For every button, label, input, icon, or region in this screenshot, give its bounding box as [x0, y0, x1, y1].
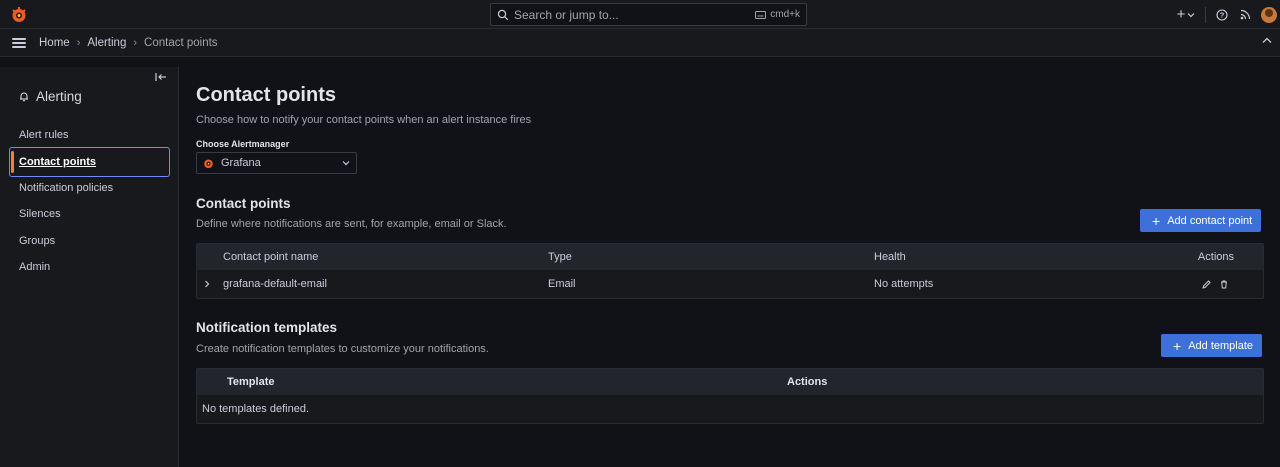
plus-icon: + — [1152, 212, 1161, 229]
sidebar-item-groups[interactable]: Groups — [19, 235, 55, 247]
column-header-actions: Actions — [1197, 251, 1234, 263]
search-placeholder: Search or jump to... — [514, 7, 619, 22]
plus-icon: + — [1173, 337, 1182, 354]
contact-points-subtitle: Define where notifications are sent, for… — [196, 218, 507, 230]
avatar — [1261, 6, 1277, 23]
contact-points-title: Contact points — [196, 196, 291, 211]
chevron-down-icon — [342, 161, 350, 166]
delete-icon[interactable] — [1220, 270, 1228, 298]
table-header: Contact point name Type Health Actions — [197, 244, 1263, 270]
chevron-up-icon[interactable] — [1262, 37, 1272, 44]
templates-subtitle: Create notification templates to customi… — [196, 343, 489, 355]
templates-table: Template Actions No templates defined. — [196, 368, 1264, 424]
sidebar-item-notification-policies[interactable]: Notification policies — [19, 182, 113, 194]
profile-button[interactable] — [1258, 0, 1280, 29]
new-menu-button[interactable]: + — [1173, 0, 1199, 29]
collapse-sidebar-icon[interactable] — [155, 72, 167, 82]
bell-icon — [20, 92, 28, 102]
sidebar-item-alert-rules[interactable]: Alert rules — [19, 129, 69, 141]
breadcrumb-home[interactable]: Home — [39, 37, 70, 49]
keyboard-icon — [755, 10, 767, 19]
help-icon: ? — [1216, 8, 1228, 21]
table-row: No templates defined. — [197, 395, 1263, 423]
sidebar-item-contact-points[interactable]: Contact points — [9, 147, 170, 177]
table-header: Template Actions — [197, 369, 1263, 395]
empty-state-text: No templates defined. — [202, 403, 310, 415]
add-contact-point-button[interactable]: + Add contact point — [1140, 209, 1262, 232]
page-subtitle: Choose how to notify your contact points… — [196, 114, 532, 126]
search-shortcut: cmd+k — [755, 9, 800, 20]
breadcrumb-current: Contact points — [144, 36, 218, 49]
page-title: Contact points — [196, 84, 336, 106]
column-header-actions: Actions — [787, 376, 828, 388]
column-header-health: Health — [874, 251, 906, 263]
help-button[interactable]: ? — [1212, 0, 1232, 29]
svg-text:?: ? — [1220, 10, 1225, 19]
add-template-label: Add template — [1188, 339, 1254, 352]
edit-icon[interactable] — [1202, 270, 1211, 298]
column-header-name: Contact point name — [223, 251, 319, 263]
sidebar-item-label: Contact points — [19, 156, 96, 168]
templates-title: Notification templates — [196, 320, 338, 335]
grafana-logo-icon[interactable] — [10, 6, 28, 24]
top-bar: Search or jump to... cmd+k + ? — [0, 0, 1280, 29]
rss-icon — [1240, 9, 1250, 20]
alertmanager-value: Grafana — [221, 157, 261, 169]
table-row: grafana-default-email Email No attempts — [197, 270, 1263, 298]
shortcut-label: cmd+k — [770, 9, 800, 20]
breadcrumb-separator-icon: › — [76, 36, 81, 49]
contact-point-name: grafana-default-email — [223, 278, 327, 290]
breadcrumb-bar: Home › Alerting › Contact points — [0, 29, 1280, 57]
contact-point-type: Email — [548, 278, 576, 290]
alertmanager-select[interactable]: Grafana — [196, 152, 357, 174]
breadcrumb-alerting[interactable]: Alerting — [87, 37, 126, 49]
add-template-button[interactable]: + Add template — [1161, 334, 1263, 357]
column-header-template: Template — [227, 376, 275, 388]
contact-point-health: No attempts — [874, 278, 934, 290]
search-input[interactable]: Search or jump to... cmd+k — [490, 3, 807, 26]
search-icon — [497, 9, 509, 20]
add-contact-point-label: Add contact point — [1167, 214, 1253, 227]
sidebar-item-silences[interactable]: Silences — [19, 208, 61, 220]
grafana-logo-icon — [204, 159, 213, 168]
toolbar-divider — [1205, 6, 1206, 23]
sidebar-item-admin[interactable]: Admin — [19, 261, 50, 273]
menu-icon[interactable] — [12, 37, 26, 48]
column-header-type: Type — [548, 251, 572, 263]
contact-points-table: Contact point name Type Health Actions g… — [196, 243, 1264, 299]
expand-row-icon[interactable] — [204, 270, 210, 298]
alertmanager-label: Choose Alertmanager — [196, 139, 290, 149]
breadcrumb-separator-icon: › — [133, 36, 138, 49]
plus-icon: + — [1176, 6, 1186, 23]
news-button[interactable] — [1232, 0, 1258, 29]
sidebar-title-label: Alerting — [36, 89, 82, 104]
sidebar-title: Alerting — [19, 89, 82, 104]
chevron-down-icon — [1187, 12, 1195, 17]
sidebar: Alerting Alert rules Contact points Noti… — [0, 67, 179, 467]
